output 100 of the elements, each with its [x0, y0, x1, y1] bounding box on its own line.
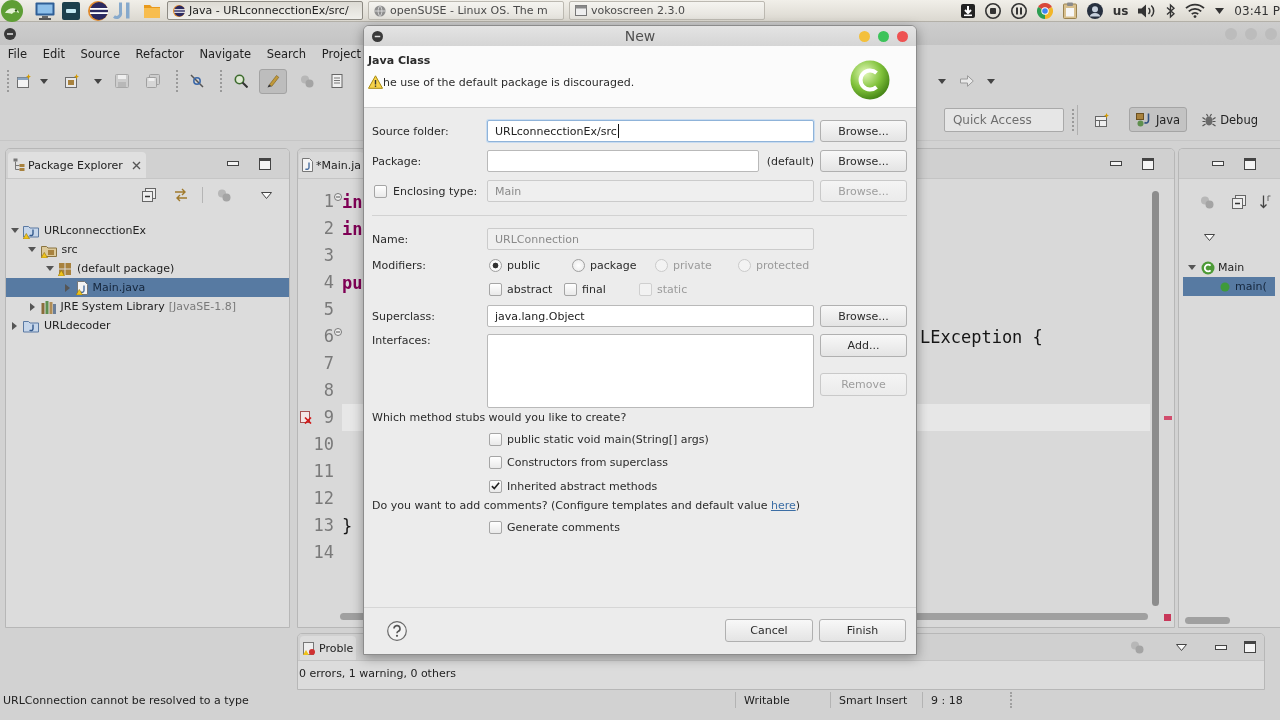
quick-access-field[interactable]: Quick Access [943, 107, 1064, 132]
caret-down-icon[interactable] [94, 78, 102, 84]
help-icon[interactable] [387, 621, 407, 641]
checkbox[interactable] [489, 479, 502, 493]
browse-button[interactable]: Browse... [820, 150, 907, 172]
close-icon[interactable] [131, 160, 141, 170]
add-button[interactable]: Add... [820, 334, 907, 357]
package-field[interactable] [487, 150, 759, 172]
menu-item[interactable]: Source [80, 47, 120, 61]
stop-icon[interactable] [984, 2, 1001, 19]
tree-item[interactable]: URLdecoder [6, 316, 289, 335]
error-marker-icon[interactable] [300, 411, 312, 424]
box-sparkle-icon[interactable] [65, 74, 79, 88]
caret-down-icon[interactable] [28, 247, 36, 252]
source-folder-field[interactable]: URLconnecctionEx/src [487, 120, 814, 142]
caret-down-icon[interactable] [45, 266, 54, 271]
maximize-icon[interactable] [1244, 641, 1256, 653]
window-menu-icon[interactable] [4, 27, 16, 40]
maximize-icon[interactable] [1244, 157, 1256, 170]
maximize-icon[interactable] [1142, 157, 1154, 170]
caret-down-icon[interactable] [987, 78, 995, 84]
tile-icon[interactable] [62, 1, 80, 20]
radio-button[interactable] [489, 258, 502, 272]
editor-tab[interactable]: *Main.ja [299, 152, 365, 178]
caret-down-icon[interactable] [938, 78, 946, 84]
view-menu-icon[interactable] [261, 191, 272, 199]
window-grid-icon[interactable] [1094, 112, 1109, 127]
monitor-icon[interactable] [35, 1, 55, 20]
checkbox[interactable] [489, 282, 502, 296]
crossed-circle-icon[interactable] [190, 74, 204, 88]
perspective-button[interactable]: Debug [1195, 107, 1265, 132]
vertical-scrollbar[interactable] [1152, 191, 1159, 606]
document-icon[interactable] [330, 74, 344, 88]
tree-item[interactable]: JRE System Library [JavaSE-1.8] [6, 297, 289, 316]
collapse-all-icon[interactable] [142, 188, 156, 202]
menu-item[interactable]: Edit [42, 47, 65, 61]
menu-item[interactable]: Project [321, 47, 362, 61]
striped-circle-icon[interactable] [88, 0, 108, 21]
checkbox[interactable] [489, 456, 502, 469]
caret-down-icon[interactable] [1188, 265, 1196, 270]
checkbox[interactable] [489, 520, 502, 534]
view-tab[interactable]: Package Explorer [8, 152, 146, 178]
view-menu-icon[interactable] [1204, 233, 1215, 241]
toggle-button[interactable] [259, 68, 287, 94]
maximize-icon[interactable] [259, 157, 271, 170]
wifi-icon[interactable] [1185, 3, 1206, 18]
checkbox[interactable] [489, 432, 502, 446]
view-menu-icon[interactable] [1176, 643, 1187, 651]
browse-button[interactable]: Browse... [820, 120, 907, 142]
taskbar-button[interactable]: openSUSE - Linux OS. The m [368, 1, 564, 20]
fold-minus-icon[interactable] [334, 328, 342, 336]
segmented-circle-icon[interactable] [1036, 2, 1053, 19]
tree-item[interactable]: URLconnecctionEx [6, 221, 289, 240]
caret-right-icon[interactable] [29, 302, 35, 311]
collapse-all-icon[interactable] [1232, 195, 1246, 209]
minimize-icon[interactable] [1110, 161, 1122, 166]
minimize-icon[interactable] [227, 161, 239, 166]
finish-button[interactable]: Finish [819, 619, 906, 642]
menu-item[interactable]: File [7, 47, 28, 61]
minimize-icon[interactable] [1212, 161, 1224, 166]
taskbar-button[interactable]: vokoscreen 2.3.0 [569, 1, 765, 20]
view-tab[interactable]: Proble [300, 636, 357, 660]
browse-button[interactable]: Browse... [820, 305, 907, 327]
minimize-icon[interactable] [1215, 644, 1227, 650]
user-avatar-icon[interactable] [1086, 2, 1103, 19]
pause-icon[interactable] [1010, 2, 1027, 19]
caret-right-icon[interactable] [12, 321, 17, 330]
superclass-field[interactable]: java.lang.Object [487, 305, 814, 327]
horizontal-scrollbar[interactable] [1185, 617, 1230, 624]
fold-minus-icon[interactable] [334, 193, 342, 201]
new-window-icon[interactable] [17, 74, 31, 88]
speaker-icon[interactable] [1138, 3, 1157, 18]
window-menu-icon[interactable] [372, 30, 383, 42]
error-mark-icon[interactable] [1163, 415, 1172, 420]
circle-logo-icon[interactable] [1, 0, 23, 22]
menu-item[interactable]: Refactor [135, 47, 184, 61]
menu-item[interactable]: Search [266, 47, 307, 61]
templates-link[interactable]: here [770, 499, 796, 512]
download-icon[interactable] [960, 3, 975, 18]
taskbar-button[interactable]: Java - URLconnecctionEx/src/ [167, 1, 363, 20]
bluetooth-icon[interactable] [1166, 2, 1176, 19]
caret-down-icon[interactable] [10, 228, 19, 233]
tree-item[interactable]: Main [1183, 258, 1275, 277]
field-label: Name: [372, 232, 410, 246]
checkbox[interactable] [564, 282, 577, 296]
keyboard-layout[interactable]: us [1112, 3, 1129, 18]
perspective-button[interactable]: Java [1128, 107, 1188, 132]
tree-item[interactable]: (default package) [6, 259, 289, 278]
error-summary-icon[interactable] [1164, 613, 1171, 621]
menu-item[interactable]: Navigate [199, 47, 252, 61]
cancel-button[interactable]: Cancel [725, 619, 813, 642]
radio-button[interactable] [572, 258, 585, 272]
clipboard-icon[interactable] [1062, 2, 1077, 19]
search-icon[interactable] [234, 74, 248, 88]
close-icon[interactable] [897, 30, 908, 42]
swap-arrows-icon[interactable] [174, 188, 188, 202]
caret-down-icon[interactable] [1215, 7, 1225, 14]
sort-icon[interactable] [1260, 195, 1271, 209]
tree-item[interactable]: src [6, 240, 289, 259]
caret-down-icon[interactable] [40, 78, 48, 84]
